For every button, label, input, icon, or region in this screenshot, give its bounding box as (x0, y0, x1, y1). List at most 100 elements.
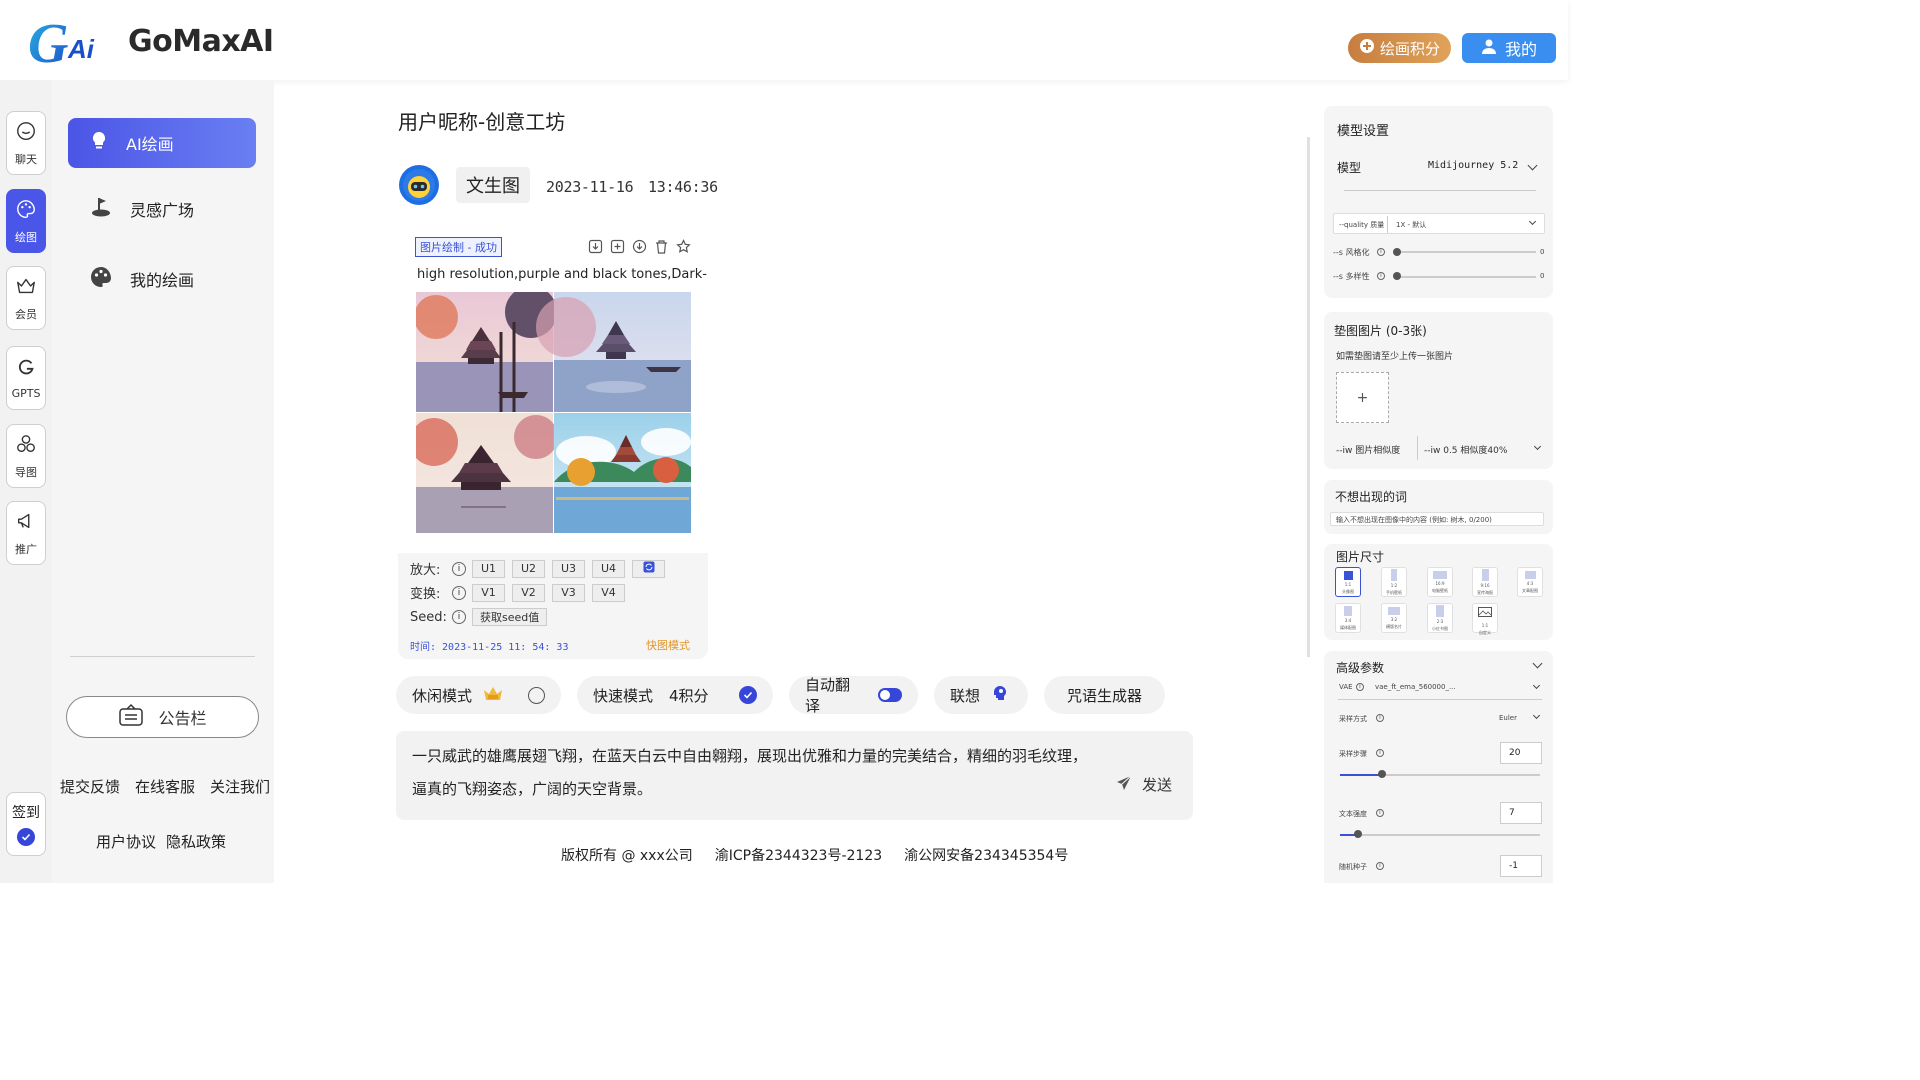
idle-mode-option[interactable]: 休闲模式 (396, 676, 561, 714)
info-icon[interactable]: i (1376, 862, 1384, 870)
nav-item-my-drawings[interactable]: 我的绘画 (68, 254, 256, 304)
chaos-value: 0 (1540, 272, 1545, 280)
stylize-slider-knob[interactable] (1393, 248, 1401, 256)
chevron-down-icon[interactable] (1532, 658, 1543, 669)
upload-reference-button[interactable]: + (1336, 372, 1389, 423)
variation-button-v3[interactable]: V3 (552, 583, 585, 602)
steps-slider-knob[interactable] (1378, 770, 1386, 778)
rail-item-draw[interactable]: 绘图 (6, 189, 46, 253)
star-icon[interactable] (676, 239, 691, 254)
auto-translate-option[interactable]: 自动翻译 (789, 676, 918, 715)
quality-select[interactable]: --quality 质量 1X - 默认 (1333, 213, 1545, 234)
chevron-down-icon[interactable] (1532, 711, 1541, 720)
cfg-input[interactable]: 7 (1500, 802, 1542, 824)
seed-input[interactable]: -1 (1500, 855, 1542, 877)
idle-mode-radio[interactable] (528, 686, 545, 704)
send-button[interactable]: 发送 (1116, 774, 1172, 795)
info-icon[interactable]: i (1376, 809, 1384, 817)
spell-generator-button[interactable]: 咒语生成器 (1044, 676, 1165, 714)
get-seed-button[interactable]: 获取seed值 (472, 608, 548, 626)
vae-select[interactable]: vae_ft_ema_560000_... (1375, 683, 1456, 691)
nav-item-inspiration[interactable]: 灵感广场 (68, 184, 256, 234)
stylize-slider-track[interactable] (1396, 251, 1536, 253)
size-option[interactable]: 9:16 宣传海报 (1472, 567, 1498, 597)
image-weight-select[interactable]: --iw 0.5 相似度40% (1424, 443, 1507, 456)
secondary-nav: AI绘画 灵感广场 我的绘画 公告栏 提交反馈 在线客服 关注我们 用户协议 隐… (52, 80, 274, 883)
rail-item-promote[interactable]: 推广 (6, 501, 46, 565)
size-option[interactable]: 1:1 头像图 (1335, 567, 1361, 597)
link-follow[interactable]: 关注我们 (210, 776, 270, 797)
chevron-down-icon[interactable] (1533, 442, 1542, 451)
mine-label: 我的 (1504, 40, 1537, 59)
draw-points-button[interactable]: 绘画积分 (1348, 33, 1451, 63)
chaos-slider-track[interactable] (1396, 276, 1536, 278)
upscale-button-u3[interactable]: U3 (552, 559, 585, 578)
sampler-select[interactable]: Euler (1499, 714, 1517, 722)
prompt-text[interactable]: 一只威武的雄鹰展翅飞翔，在蓝天白云中自由翱翔，展现出优雅和力量的完美结合，精细的… (412, 740, 1092, 806)
mine-button[interactable]: 我的 (1462, 33, 1556, 63)
page-title: 用户昵称-创意工坊 (398, 110, 566, 134)
size-option[interactable]: 1:1 自定义 (1472, 603, 1498, 635)
task-timestamp: 2023-11-16 13:46:36 (546, 178, 718, 196)
info-icon[interactable]: i (1377, 248, 1385, 256)
notice-board-button[interactable]: 公告栏 (66, 696, 259, 738)
rail-item-member[interactable]: 会员 (6, 266, 46, 330)
info-icon[interactable]: i (452, 585, 466, 600)
download-icon[interactable] (632, 239, 647, 254)
chevron-down-icon[interactable] (1532, 681, 1541, 690)
settings-scrollbar[interactable] (1307, 137, 1310, 657)
icp-number[interactable]: 渝ICP备2344323号-2123 (715, 845, 882, 865)
reroll-button[interactable] (632, 559, 665, 578)
upscale-button-u4[interactable]: U4 (592, 559, 625, 578)
link-feedback[interactable]: 提交反馈 (60, 776, 120, 797)
info-icon[interactable]: i (452, 561, 466, 576)
info-icon[interactable]: i (1356, 683, 1364, 691)
info-icon[interactable]: i (1377, 272, 1385, 280)
link-privacy[interactable]: 隐私政策 (166, 831, 226, 852)
police-record[interactable]: 渝公网安备234345354号 (904, 845, 1068, 865)
variation-button-v4[interactable]: V4 (592, 583, 625, 602)
info-icon[interactable]: i (1376, 749, 1384, 757)
variation-button-v1[interactable]: V1 (472, 583, 505, 602)
quality-label: --quality 质量 (1339, 221, 1385, 229)
size-option[interactable]: 1:2 手机壁纸 (1381, 567, 1407, 597)
cfg-slider-knob[interactable] (1354, 830, 1362, 838)
size-option[interactable]: 16:9 电脑壁纸 (1427, 567, 1453, 597)
sign-in-label: 签到 (12, 805, 40, 821)
auto-translate-toggle[interactable] (878, 688, 902, 702)
model-select[interactable]: Midijourney 5.2 (1428, 160, 1518, 171)
add-icon[interactable] (610, 239, 625, 254)
link-user-agreement[interactable]: 用户协议 (96, 831, 156, 852)
chat-icon (15, 120, 37, 145)
generated-image-grid[interactable] (410, 286, 691, 533)
rail-item-gpts[interactable]: GPTS (6, 346, 46, 410)
upscale-button-u2[interactable]: U2 (512, 559, 545, 578)
rail-item-mindmap[interactable]: 导图 (6, 424, 46, 488)
size-option[interactable]: 3:4 媒体配图 (1335, 603, 1361, 633)
brand-logo[interactable]: G Ai (28, 12, 108, 75)
nav-item-ai-drawing[interactable]: AI绘画 (68, 118, 256, 168)
prompt-input[interactable]: 一只威武的雄鹰展翅飞翔，在蓝天白云中自由翱翔，展现出优雅和力量的完美结合，精细的… (396, 731, 1193, 820)
chevron-down-icon[interactable] (1527, 160, 1538, 171)
save-icon[interactable] (588, 239, 603, 254)
size-option[interactable]: 2:3 小红书图 (1427, 603, 1453, 633)
chaos-label: --s 多样性 (1333, 272, 1370, 281)
fast-mode-option[interactable]: 快速模式 4积分 (577, 676, 773, 714)
sign-in-button[interactable]: 签到 (6, 792, 46, 856)
info-icon[interactable]: i (452, 610, 466, 624)
variation-button-v2[interactable]: V2 (512, 583, 545, 602)
size-option[interactable]: 4:3 文章配图 (1517, 567, 1543, 597)
cfg-slider-track[interactable] (1340, 834, 1540, 836)
associate-button[interactable]: 联想 (934, 676, 1028, 714)
info-icon[interactable]: i (1376, 714, 1384, 722)
fast-mode-label: 快速模式 (593, 686, 654, 705)
negative-prompt-input[interactable]: 输入不想出现在图像中的内容 (例如: 树木, 0/200) (1330, 512, 1544, 526)
check-icon[interactable] (739, 686, 757, 704)
size-option[interactable]: 3:2 横版名片 (1381, 603, 1407, 633)
trash-icon[interactable] (654, 239, 669, 254)
upscale-button-u1[interactable]: U1 (472, 559, 505, 578)
chaos-slider-knob[interactable] (1393, 272, 1401, 280)
link-support[interactable]: 在线客服 (135, 776, 195, 797)
rail-item-chat[interactable]: 聊天 (6, 111, 46, 175)
steps-input[interactable]: 20 (1500, 742, 1542, 764)
